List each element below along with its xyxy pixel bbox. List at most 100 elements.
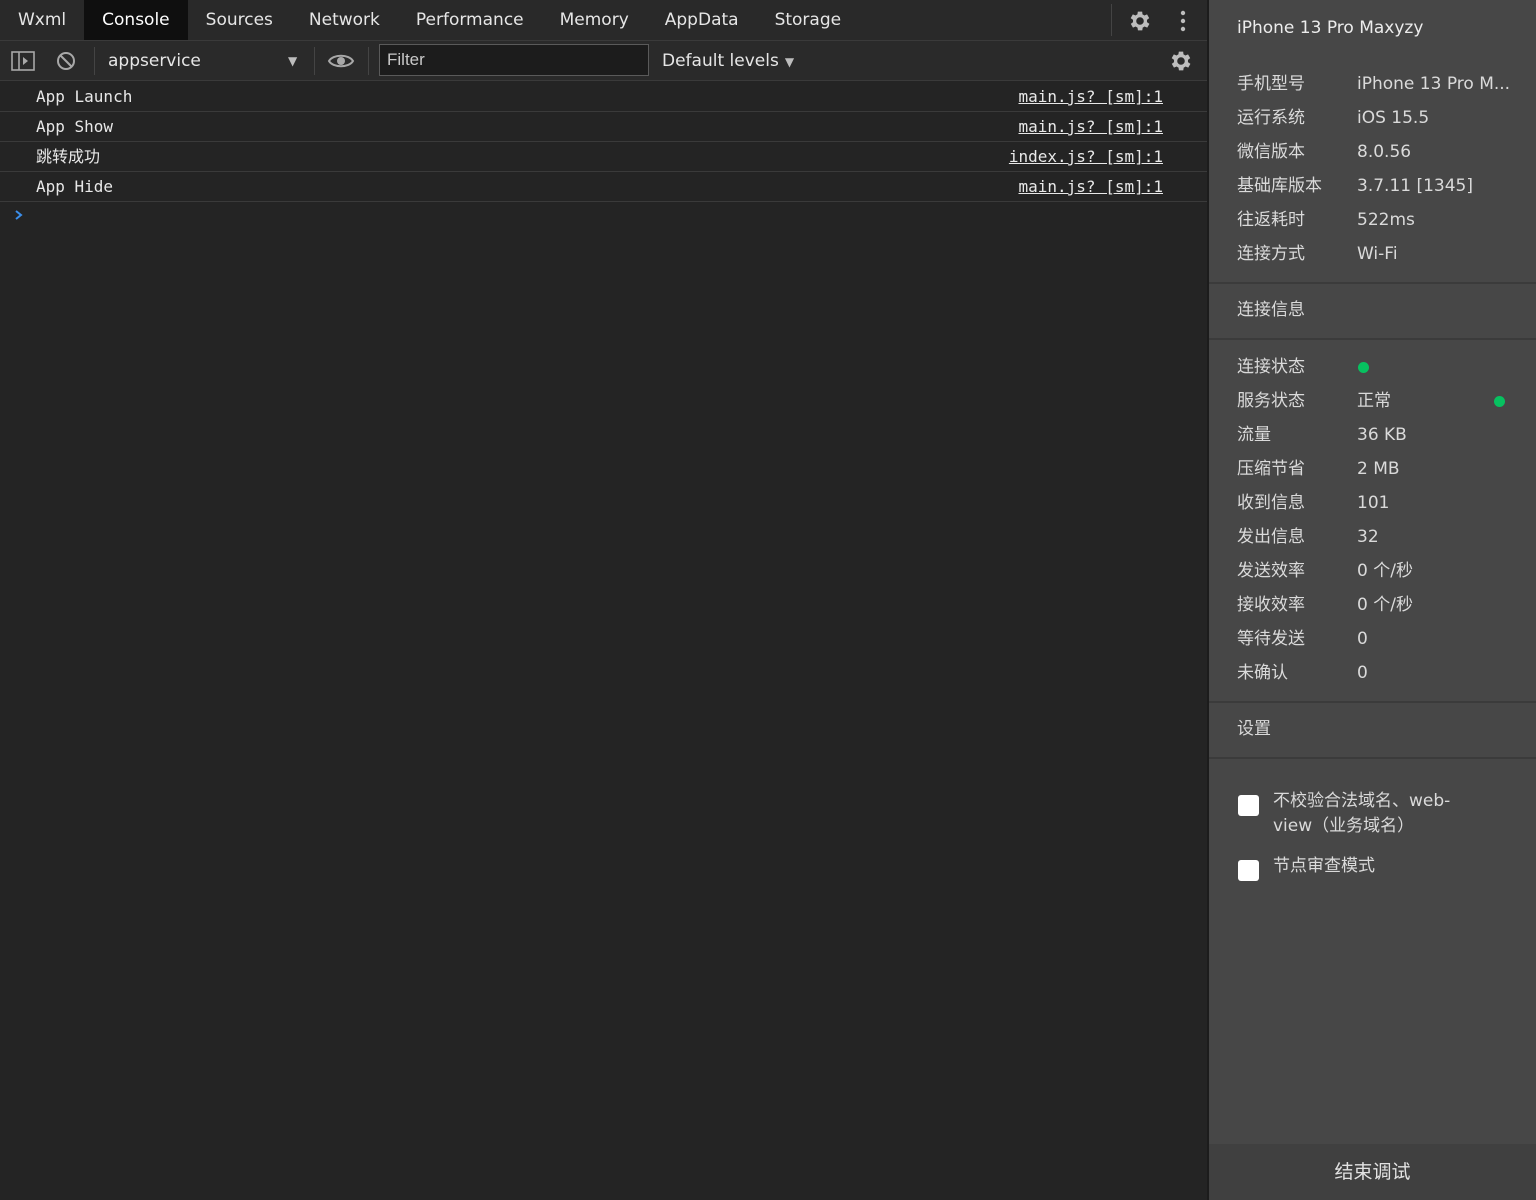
info-value: 36 KB	[1357, 425, 1407, 445]
tab-sources[interactable]: Sources	[188, 0, 291, 40]
info-value: 正常	[1357, 391, 1391, 411]
tab-network[interactable]: Network	[291, 0, 398, 40]
conn-row-send-rate: 发送效率 0 个/秒	[1209, 554, 1536, 588]
info-row-wechat-version: 微信版本 8.0.56	[1209, 135, 1536, 169]
live-expression-eye-icon[interactable]	[327, 49, 355, 73]
info-label: 等待发送	[1237, 629, 1305, 649]
settings-section-heading: 设置	[1237, 719, 1271, 739]
info-value: 0 个/秒	[1357, 561, 1413, 581]
service-status-dot	[1494, 396, 1505, 407]
skip-domain-check-checkbox[interactable]	[1238, 795, 1259, 816]
connection-status-dot	[1358, 362, 1369, 373]
info-row-round-trip: 往返耗时 522ms	[1209, 203, 1536, 237]
settings-gear-icon[interactable]	[1127, 8, 1153, 34]
conn-row-connection-status: 连接状态	[1209, 350, 1536, 384]
console-prompt-chevron-icon[interactable]	[12, 205, 26, 225]
console-log-row: 跳转成功 index.js? [sm]:1	[0, 142, 1207, 172]
log-message: App Launch	[36, 87, 133, 106]
log-source-link[interactable]: main.js? [sm]:1	[1019, 112, 1164, 142]
info-value: 8.0.56	[1357, 142, 1412, 162]
console-log-row: App Show main.js? [sm]:1	[0, 112, 1207, 142]
device-info-panel: iPhone 13 Pro Maxyzy 手机型号 iPhone 13 Pro …	[1209, 0, 1536, 1200]
info-label: 压缩节省	[1237, 459, 1305, 479]
conn-row-sent: 发出信息 32	[1209, 520, 1536, 554]
toolbar-divider	[94, 47, 95, 75]
info-label: 微信版本	[1237, 142, 1305, 162]
info-value: Wi-Fi	[1357, 244, 1398, 264]
setting-label: 节点审查模式	[1273, 856, 1375, 876]
console-toolbar: appservice ▼ Default levels ▼	[0, 41, 1207, 81]
more-options-icon[interactable]	[1170, 8, 1196, 34]
toolbar-divider	[314, 47, 315, 75]
log-source-link[interactable]: main.js? [sm]:1	[1019, 82, 1164, 112]
conn-row-compression: 压缩节省 2 MB	[1209, 452, 1536, 486]
console-log-list: App Launch main.js? [sm]:1 App Show main…	[0, 82, 1207, 202]
info-value: 101	[1357, 493, 1390, 513]
tab-performance[interactable]: Performance	[398, 0, 542, 40]
toolbar-divider	[368, 47, 369, 75]
info-label: 接收效率	[1237, 595, 1305, 615]
conn-row-received: 收到信息 101	[1209, 486, 1536, 520]
log-message: 跳转成功	[36, 147, 101, 166]
info-label: 收到信息	[1237, 493, 1305, 513]
info-label: 服务状态	[1237, 391, 1305, 411]
section-divider	[1209, 701, 1536, 703]
info-label: 手机型号	[1237, 74, 1305, 94]
tab-appdata[interactable]: AppData	[647, 0, 757, 40]
node-inspect-mode-checkbox[interactable]	[1238, 860, 1259, 881]
info-label: 发出信息	[1237, 527, 1305, 547]
log-levels-label: Default levels	[662, 51, 779, 71]
clear-console-icon[interactable]	[54, 49, 78, 73]
connection-section-heading: 连接信息	[1237, 300, 1305, 320]
context-select[interactable]: appservice ▼	[100, 46, 310, 76]
console-settings-gear-icon[interactable]	[1168, 48, 1194, 74]
info-label: 连接方式	[1237, 244, 1305, 264]
info-row-connection-type: 连接方式 Wi-Fi	[1209, 237, 1536, 271]
end-debug-button[interactable]: 结束调试	[1209, 1144, 1536, 1200]
conn-row-traffic: 流量 36 KB	[1209, 418, 1536, 452]
tab-bar-divider	[1111, 4, 1112, 36]
tab-memory[interactable]: Memory	[542, 0, 647, 40]
info-value: 522ms	[1357, 210, 1415, 230]
setting-label: 不校验合法域名、web-view（业务域名）	[1273, 791, 1451, 836]
console-log-row: App Hide main.js? [sm]:1	[0, 172, 1207, 202]
section-divider	[1209, 757, 1536, 759]
section-divider	[1209, 338, 1536, 340]
console-log-row: App Launch main.js? [sm]:1	[0, 82, 1207, 112]
info-row-base-library: 基础库版本 3.7.11 [1345]	[1209, 169, 1536, 203]
info-label: 流量	[1237, 425, 1271, 445]
info-value: 0	[1357, 663, 1368, 683]
dropdown-arrow-icon: ▼	[784, 55, 795, 69]
info-value: iOS 15.5	[1357, 108, 1430, 128]
log-source-link[interactable]: index.js? [sm]:1	[1009, 142, 1163, 172]
tab-list: Wxml Console Sources Network Performance…	[0, 0, 859, 40]
devtools-panel: Wxml Console Sources Network Performance…	[0, 0, 1207, 1200]
info-row-model: 手机型号 iPhone 13 Pro M...	[1209, 67, 1536, 101]
info-row-os: 运行系统 iOS 15.5	[1209, 101, 1536, 135]
conn-row-receive-rate: 接收效率 0 个/秒	[1209, 588, 1536, 622]
log-levels-dropdown[interactable]: Default levels ▼	[662, 46, 794, 76]
info-label: 往返耗时	[1237, 210, 1305, 230]
info-label: 发送效率	[1237, 561, 1305, 581]
tab-console[interactable]: Console	[84, 0, 188, 40]
info-label: 连接状态	[1237, 357, 1305, 377]
section-divider	[1209, 282, 1536, 284]
conn-row-service-status: 服务状态 正常	[1209, 384, 1536, 418]
info-label: 基础库版本	[1237, 176, 1322, 196]
dropdown-arrow-icon: ▼	[288, 54, 298, 68]
info-value: 3.7.11 [1345]	[1357, 176, 1474, 196]
info-value: 32	[1357, 527, 1379, 547]
conn-row-unconfirmed: 未确认 0	[1209, 656, 1536, 690]
info-value: 2 MB	[1357, 459, 1400, 479]
log-source-link[interactable]: main.js? [sm]:1	[1019, 172, 1164, 202]
tab-wxml[interactable]: Wxml	[0, 0, 84, 40]
log-message: App Show	[36, 117, 114, 136]
filter-input[interactable]	[379, 44, 649, 76]
info-value: 0	[1357, 629, 1368, 649]
info-label: 未确认	[1237, 663, 1288, 683]
tab-storage[interactable]: Storage	[757, 0, 860, 40]
info-label: 运行系统	[1237, 108, 1305, 128]
log-message: App Hide	[36, 177, 114, 196]
show-sidebar-icon[interactable]	[10, 50, 36, 72]
device-title: iPhone 13 Pro Maxyzy	[1237, 18, 1424, 38]
